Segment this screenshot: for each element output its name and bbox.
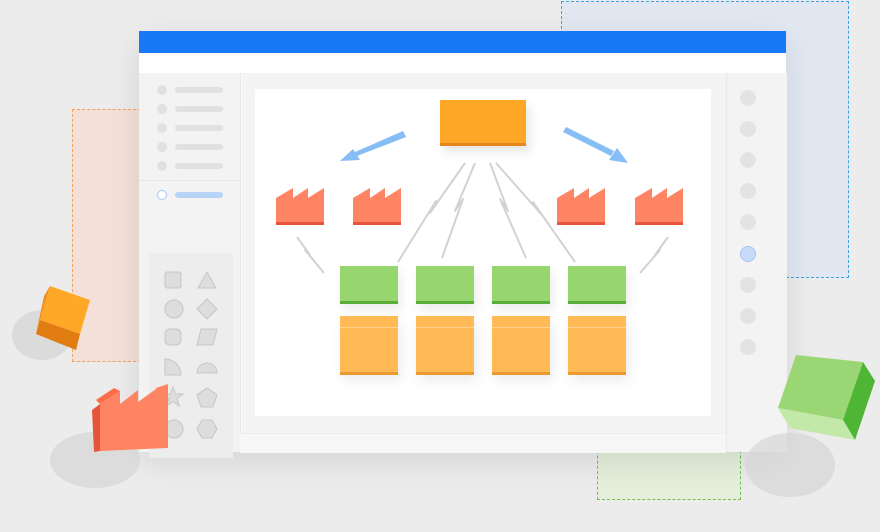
- factory-3d-icon: [92, 384, 168, 452]
- green-cube-icon: [778, 355, 875, 440]
- decorative-3d-objects: [12, 286, 875, 497]
